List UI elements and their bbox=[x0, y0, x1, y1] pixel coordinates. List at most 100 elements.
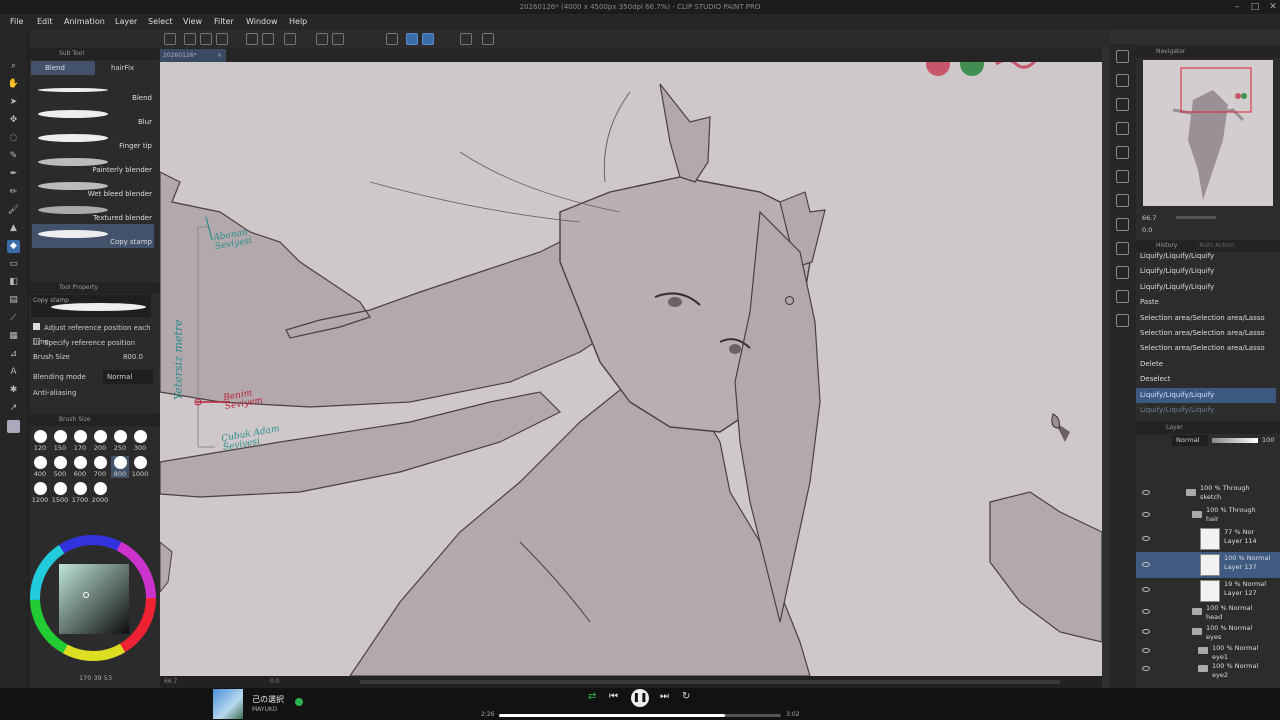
brush-copy-stamp[interactable]: Copy stamp bbox=[32, 224, 154, 248]
eyedropper-tool-icon[interactable]: ✎ bbox=[7, 150, 20, 163]
layer-row[interactable]: 100 % Through sketch bbox=[1136, 482, 1280, 504]
fill-tool-icon[interactable]: ◧ bbox=[7, 276, 20, 289]
brush-size-preset[interactable]: 250 bbox=[111, 430, 129, 452]
lasso-tool-icon[interactable]: ◌ bbox=[7, 132, 20, 145]
undo-icon[interactable] bbox=[246, 33, 258, 45]
menu-view[interactable]: View bbox=[183, 14, 202, 30]
layer-row[interactable]: 100 % Normal eye2 bbox=[1136, 660, 1280, 679]
brush-size-preset[interactable]: 1700 bbox=[71, 482, 89, 504]
layer-row[interactable]: 100 % Normal head bbox=[1136, 602, 1280, 622]
close-icon[interactable]: ✕ bbox=[1266, 1, 1280, 13]
brush-size-preset[interactable]: 1500 bbox=[51, 482, 69, 504]
status-angle[interactable]: 0.0 bbox=[270, 678, 280, 685]
export-icon[interactable] bbox=[216, 33, 228, 45]
drawing-canvas[interactable]: Yetersiz metre Abonan Seviyesi Benim Sev… bbox=[160, 62, 1102, 676]
airbrush-tool-icon[interactable]: ▲ bbox=[7, 222, 20, 235]
history-item[interactable]: Liquify/Liquify/Liquify bbox=[1136, 264, 1276, 279]
layer-row[interactable]: 100 % Normal eyes bbox=[1136, 622, 1280, 642]
hand-tool-icon[interactable]: ✋ bbox=[7, 78, 20, 91]
status-zoom[interactable]: 66.7 bbox=[164, 678, 177, 685]
minimize-icon[interactable]: – bbox=[1230, 1, 1244, 13]
brush-tool-icon[interactable]: 🖌 bbox=[7, 204, 20, 217]
brush-wet-bleed-blender[interactable]: Wet bleed blender bbox=[32, 176, 154, 200]
eraser-tool-icon[interactable]: ▭ bbox=[7, 258, 20, 271]
brush-size-preset[interactable]: 800 bbox=[111, 456, 129, 478]
balloon-tool-icon[interactable]: ✱ bbox=[7, 384, 20, 397]
blend-tool-icon[interactable]: ◆ bbox=[7, 240, 20, 253]
pen-tool-icon[interactable]: ✒ bbox=[7, 168, 20, 181]
brush-size-preset[interactable]: 400 bbox=[31, 456, 49, 478]
document-tab[interactable]: 20260126* × bbox=[160, 49, 226, 62]
menu-file[interactable]: File bbox=[10, 14, 23, 30]
brush-textured-blender[interactable]: Textured blender bbox=[32, 200, 154, 224]
navigator-rotation[interactable]: 0.0 bbox=[1142, 226, 1152, 234]
clear-icon[interactable] bbox=[284, 33, 296, 45]
frame-tool-icon[interactable]: ▦ bbox=[7, 330, 20, 343]
history-item[interactable]: Selection area/Selection area/Lasso bbox=[1136, 326, 1276, 341]
correct-line-tool-icon[interactable]: ↗ bbox=[7, 402, 20, 415]
menu-filter[interactable]: Filter bbox=[214, 14, 234, 30]
history-item[interactable]: Delete bbox=[1136, 357, 1276, 372]
menu-edit[interactable]: Edit bbox=[37, 14, 53, 30]
canvas-scrollbar[interactable] bbox=[360, 680, 1060, 684]
visibility-eye-icon[interactable] bbox=[1142, 536, 1150, 541]
info-icon[interactable] bbox=[1116, 266, 1129, 279]
layer-row[interactable]: 100 % Normal eye1 bbox=[1136, 642, 1280, 661]
brush-size-preset[interactable]: 120 bbox=[31, 430, 49, 452]
redo-icon[interactable] bbox=[262, 33, 274, 45]
layer-property-icon[interactable] bbox=[1116, 74, 1129, 87]
brush-painterly-blender[interactable]: Painterly blender bbox=[32, 152, 154, 176]
pause-button[interactable]: ❚❚ bbox=[631, 689, 649, 707]
visibility-eye-icon[interactable] bbox=[1142, 609, 1150, 614]
anti-aliasing-row[interactable]: Anti-aliasing bbox=[33, 386, 153, 400]
crop-icon[interactable] bbox=[332, 33, 344, 45]
ruler-tool-icon[interactable]: ⊿ bbox=[7, 348, 20, 361]
adjust-reference-option[interactable]: Adjust reference position each time bbox=[33, 321, 153, 346]
sub-tool-tab-blend[interactable]: Blend bbox=[31, 61, 95, 75]
shuffle-icon[interactable]: ⇄ bbox=[588, 691, 596, 702]
text-tool-icon[interactable]: A bbox=[7, 366, 20, 379]
ruler-icon[interactable] bbox=[460, 33, 472, 45]
history-item[interactable]: Deselect bbox=[1136, 372, 1276, 387]
history-item[interactable]: Selection area/Selection area/Lasso bbox=[1136, 311, 1276, 326]
menu-help[interactable]: Help bbox=[289, 14, 307, 30]
close-panel-icon[interactable] bbox=[1116, 122, 1129, 135]
layer-blend-mode-select[interactable]: Normal bbox=[1172, 435, 1208, 446]
brush-size-preset[interactable]: 500 bbox=[51, 456, 69, 478]
brush-size-preset[interactable]: 1000 bbox=[131, 456, 149, 478]
visibility-eye-icon[interactable] bbox=[1142, 587, 1150, 592]
menu-window[interactable]: Window bbox=[246, 14, 278, 30]
menu-select[interactable]: Select bbox=[148, 14, 173, 30]
visibility-eye-icon[interactable] bbox=[1142, 666, 1150, 671]
brush-blur[interactable]: Blur bbox=[32, 104, 154, 128]
layer-row[interactable]: 100 % Through hair bbox=[1136, 504, 1280, 526]
navigator-zoom[interactable]: 66.7 bbox=[1142, 214, 1156, 222]
operation-tool-icon[interactable]: ➤ bbox=[7, 96, 20, 109]
visibility-eye-icon[interactable] bbox=[1142, 490, 1150, 495]
history-item[interactable]: Liquify/Liquify/Liquify bbox=[1136, 387, 1276, 403]
snap-special-ruler-icon[interactable] bbox=[422, 33, 434, 45]
media-progress-bar[interactable] bbox=[499, 714, 781, 717]
close-tab-icon[interactable]: × bbox=[217, 49, 222, 62]
history-item[interactable]: Liquify/Liquify/Liquify bbox=[1136, 403, 1276, 418]
color-set-icon[interactable] bbox=[1116, 170, 1129, 183]
pencil-tool-icon[interactable]: ✏ bbox=[7, 186, 20, 199]
layer-row[interactable]: 19 % Normal Layer 127 bbox=[1136, 578, 1280, 602]
repeat-icon[interactable]: ↻ bbox=[682, 691, 690, 702]
save-icon[interactable] bbox=[200, 33, 212, 45]
transform-icon[interactable] bbox=[386, 33, 398, 45]
layer-row[interactable]: 77 % Nor Layer 114 bbox=[1136, 526, 1280, 552]
blending-mode-select[interactable]: Normal bbox=[103, 370, 153, 384]
color-history-icon[interactable] bbox=[1116, 242, 1129, 255]
brush-size-preset[interactable]: 200 bbox=[91, 430, 109, 452]
navigator-preview[interactable] bbox=[1143, 60, 1273, 206]
settings-icon[interactable] bbox=[482, 33, 494, 45]
figure-tool-icon[interactable]: ⟋ bbox=[7, 312, 20, 325]
brush-size-value[interactable]: 800.0 bbox=[123, 350, 143, 364]
brush-size-preset[interactable]: 2000 bbox=[91, 482, 109, 504]
visibility-eye-icon[interactable] bbox=[1142, 512, 1150, 517]
blending-mode-row[interactable]: Blending mode Normal bbox=[33, 370, 153, 384]
menu-layer[interactable]: Layer bbox=[115, 14, 137, 30]
brush-size-preset[interactable]: 170 bbox=[71, 430, 89, 452]
layer-row[interactable]: 100 % Normal Layer 137 bbox=[1136, 552, 1280, 578]
